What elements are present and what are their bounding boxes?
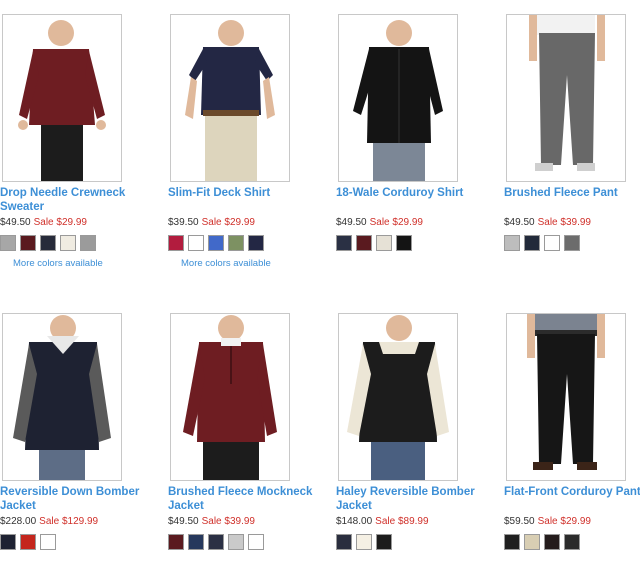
color-swatch[interactable]: [188, 534, 204, 550]
product-image[interactable]: [170, 14, 290, 182]
color-swatch[interactable]: [40, 534, 56, 550]
product-image[interactable]: [506, 14, 626, 182]
product-price: $49.50 Sale $29.99: [336, 217, 423, 228]
color-swatches: [0, 534, 60, 553]
color-swatch[interactable]: [168, 534, 184, 550]
product-name[interactable]: Brushed Fleece Pant: [504, 186, 640, 200]
sale-price: Sale $29.99: [537, 516, 591, 527]
product-price: $148.00 Sale $89.99: [336, 516, 429, 527]
sale-price: Sale $89.99: [375, 516, 429, 527]
product-name[interactable]: Haley Reversible Bomber Jacket: [336, 485, 486, 513]
color-swatch[interactable]: [396, 235, 412, 251]
more-colors-link[interactable]: More colors available: [181, 258, 271, 269]
product-name[interactable]: Brushed Fleece Mockneck Jacket: [168, 485, 318, 513]
color-swatches: [336, 534, 396, 553]
color-swatch[interactable]: [248, 534, 264, 550]
product-price: $49.50 Sale $39.99: [168, 516, 255, 527]
original-price: $148.00: [336, 516, 373, 527]
product-price: $228.00 Sale $129.99: [0, 516, 98, 527]
color-swatch[interactable]: [504, 534, 520, 550]
color-swatch[interactable]: [0, 534, 16, 550]
product-name[interactable]: 18-Wale Corduroy Shirt: [336, 186, 486, 200]
product-price: $49.50 Sale $29.99: [0, 217, 87, 228]
color-swatch[interactable]: [228, 534, 244, 550]
color-swatches: [504, 235, 584, 254]
color-swatch[interactable]: [356, 235, 372, 251]
color-swatch[interactable]: [228, 235, 244, 251]
color-swatch[interactable]: [544, 534, 560, 550]
color-swatch[interactable]: [40, 235, 56, 251]
color-swatch[interactable]: [0, 235, 16, 251]
sale-price: Sale $129.99: [39, 516, 99, 527]
original-price: $228.00: [0, 516, 37, 527]
sale-price: Sale $29.99: [369, 217, 423, 228]
sale-price: Sale $29.99: [201, 217, 255, 228]
sale-price: Sale $39.99: [201, 516, 255, 527]
color-swatch[interactable]: [208, 235, 224, 251]
color-swatch[interactable]: [504, 235, 520, 251]
color-swatch[interactable]: [544, 235, 560, 251]
original-price: $49.50: [504, 217, 535, 228]
product-image[interactable]: [338, 14, 458, 182]
product-name[interactable]: Drop Needle Crewneck Sweater: [0, 186, 150, 214]
product-image[interactable]: [506, 313, 626, 481]
product-image[interactable]: [170, 313, 290, 481]
color-swatch[interactable]: [376, 534, 392, 550]
sale-price: Sale $29.99: [33, 217, 87, 228]
original-price: $59.50: [504, 516, 535, 527]
original-price: $39.50: [168, 217, 199, 228]
color-swatch[interactable]: [376, 235, 392, 251]
color-swatch[interactable]: [80, 235, 96, 251]
color-swatch[interactable]: [60, 235, 76, 251]
product-image[interactable]: [2, 14, 122, 182]
product-image[interactable]: [338, 313, 458, 481]
sale-price: Sale $39.99: [537, 217, 591, 228]
product-price: $49.50 Sale $39.99: [504, 217, 591, 228]
color-swatches: [504, 534, 584, 553]
color-swatches: [336, 235, 416, 254]
color-swatch[interactable]: [564, 235, 580, 251]
color-swatch[interactable]: [20, 534, 36, 550]
original-price: $49.50: [168, 516, 199, 527]
product-price: $39.50 Sale $29.99: [168, 217, 255, 228]
color-swatches: [0, 235, 100, 254]
color-swatch[interactable]: [208, 534, 224, 550]
product-price: $59.50 Sale $29.99: [504, 516, 591, 527]
color-swatch[interactable]: [336, 235, 352, 251]
color-swatches: [168, 235, 268, 254]
product-image[interactable]: [2, 313, 122, 481]
color-swatches: [168, 534, 268, 553]
color-swatch[interactable]: [524, 534, 540, 550]
original-price: $49.50: [0, 217, 31, 228]
color-swatch[interactable]: [356, 534, 372, 550]
product-name[interactable]: Flat-Front Corduroy Pant: [504, 485, 640, 499]
color-swatch[interactable]: [248, 235, 264, 251]
product-name[interactable]: Slim-Fit Deck Shirt: [168, 186, 318, 200]
color-swatch[interactable]: [168, 235, 184, 251]
product-name[interactable]: Reversible Down Bomber Jacket: [0, 485, 150, 513]
color-swatch[interactable]: [20, 235, 36, 251]
original-price: $49.50: [336, 217, 367, 228]
color-swatch[interactable]: [524, 235, 540, 251]
color-swatch[interactable]: [564, 534, 580, 550]
color-swatch[interactable]: [336, 534, 352, 550]
more-colors-link[interactable]: More colors available: [13, 258, 103, 269]
color-swatch[interactable]: [188, 235, 204, 251]
